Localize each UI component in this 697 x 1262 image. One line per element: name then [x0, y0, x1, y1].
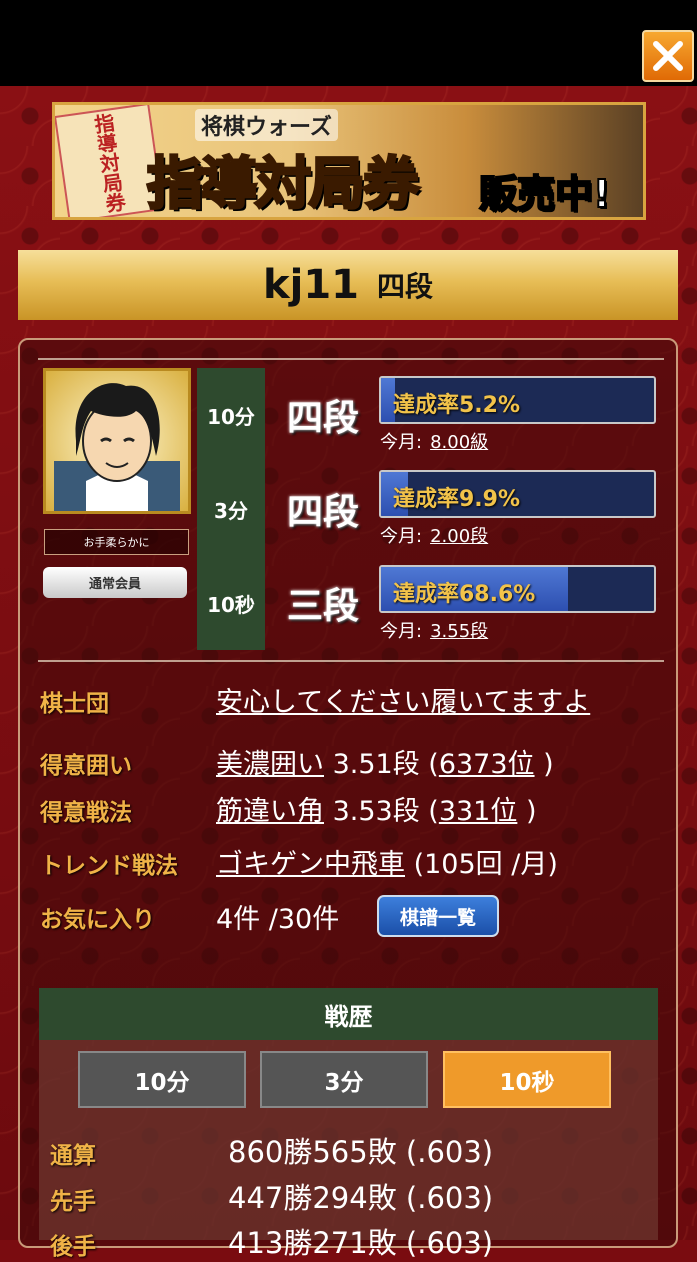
avatar: [43, 368, 191, 514]
time-cell-3min: 3分: [197, 462, 265, 556]
month-label: 今月:: [380, 526, 423, 547]
tab-10sec[interactable]: 10秒: [443, 1051, 611, 1108]
history-row-label: 先手: [50, 1189, 96, 1215]
progress-bar-3min: 達成率9.9%: [379, 470, 656, 518]
history-row-value: 860勝565敗 (.603): [228, 1135, 494, 1169]
rank-3min: 四段: [286, 491, 359, 533]
club-label: 棋士団: [40, 691, 109, 717]
castle-label: 得意囲い: [40, 753, 132, 779]
close-button[interactable]: [642, 30, 694, 82]
history-row-label: 後手: [50, 1234, 96, 1260]
month-label: 今月:: [380, 621, 423, 642]
kifu-list-button[interactable]: 棋譜一覧: [377, 895, 499, 937]
favorites-label: お気に入り: [40, 907, 155, 933]
castle-rank-link[interactable]: 6373位: [439, 749, 535, 780]
progress-label: 達成率5.2%: [393, 393, 521, 418]
month-value-link[interactable]: 2.00段: [430, 526, 488, 547]
trend-value: ゴキゲン中飛車 (105回 /月): [216, 842, 558, 881]
banner-sale: 販売中!: [478, 171, 611, 217]
history-row-value: 413勝271敗 (.603): [228, 1226, 494, 1260]
user-dan: 四段: [376, 270, 433, 303]
divider: [38, 660, 664, 662]
player-tag: お手柔らかに: [44, 529, 189, 555]
trend-label: トレンド戦法: [40, 853, 178, 879]
member-status-button[interactable]: 通常会員: [43, 567, 187, 598]
username: kj11: [263, 262, 359, 308]
month-rank-3min: 今月: 2.00段: [380, 522, 488, 548]
tab-10min[interactable]: 10分: [78, 1051, 246, 1108]
club-value: 安心してください履いてますよ: [216, 680, 590, 719]
history-row-label: 通算: [50, 1143, 96, 1169]
progress-label: 達成率9.9%: [393, 487, 521, 512]
tab-3min[interactable]: 3分: [260, 1051, 428, 1108]
time-cell-10min: 10分: [197, 368, 265, 462]
castle-link[interactable]: 美濃囲い: [216, 749, 324, 780]
close-icon: [653, 41, 683, 71]
month-rank-10sec: 今月: 3.55段: [380, 617, 488, 643]
progress-bar-10min: 達成率5.2%: [379, 376, 656, 424]
castle-close: ): [534, 749, 554, 780]
trend-count: (105回 /月): [405, 849, 558, 880]
banner-title: 指導対局券: [146, 151, 421, 218]
trend-link[interactable]: ゴキゲン中飛車: [216, 849, 405, 880]
tactic-label: 得意戦法: [40, 800, 132, 826]
rank-10sec: 三段: [286, 585, 359, 627]
avatar-face-icon: [54, 383, 180, 511]
castle-dan: 3.51段 (: [324, 749, 439, 780]
month-label: 今月:: [380, 432, 423, 453]
progress-bar-10sec: 達成率68.6%: [379, 565, 656, 613]
tactic-link[interactable]: 筋違い角: [216, 796, 324, 827]
banner-subtitle: 将棋ウォーズ: [195, 109, 338, 141]
player-name-bar: kj11 四段: [18, 250, 678, 320]
tactic-rank-link[interactable]: 331位: [439, 796, 518, 827]
month-rank-10min: 今月: 8.00級: [380, 428, 488, 454]
favorites-value: 4件 /30件: [216, 904, 340, 935]
rank-10min: 四段: [286, 397, 359, 439]
tactic-dan: 3.53段 (: [324, 796, 439, 827]
tactic-value: 筋違い角 3.53段 (331位 ): [216, 789, 537, 828]
top-black-bar: [0, 0, 697, 86]
history-title: 戦歴: [39, 988, 658, 1040]
castle-value: 美濃囲い 3.51段 (6373位 ): [216, 742, 554, 781]
progress-label: 達成率68.6%: [393, 582, 536, 607]
club-link[interactable]: 安心してください履いてますよ: [216, 687, 590, 718]
promo-banner[interactable]: 指導対局券 将棋ウォーズ 指導対局券 販売中!: [52, 102, 646, 220]
month-value-link[interactable]: 8.00級: [430, 432, 488, 453]
month-value-link[interactable]: 3.55段: [430, 621, 488, 642]
divider: [38, 358, 664, 360]
time-cell-10sec: 10秒: [197, 556, 265, 650]
tactic-close: ): [517, 796, 537, 827]
history-row-value: 447勝294敗 (.603): [228, 1181, 494, 1215]
